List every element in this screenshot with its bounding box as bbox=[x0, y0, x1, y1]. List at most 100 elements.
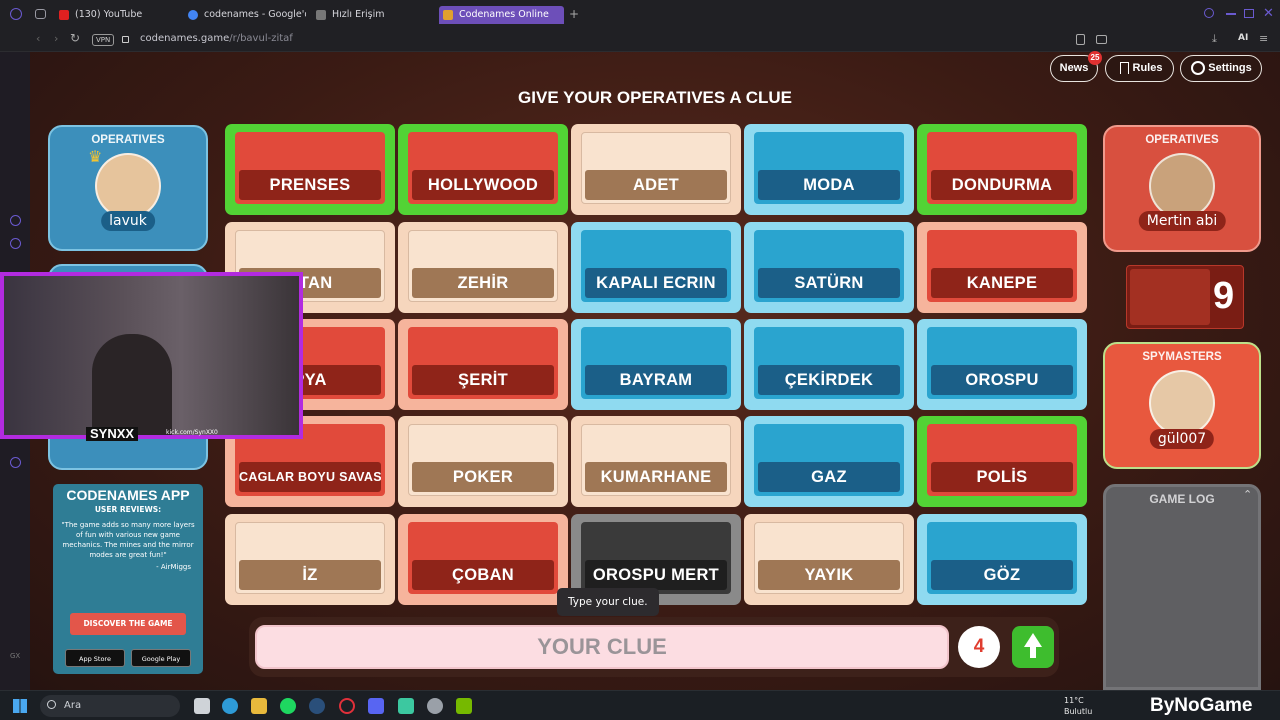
opera-logo-icon[interactable] bbox=[10, 8, 22, 20]
clue-input[interactable]: YOUR CLUE bbox=[255, 625, 949, 669]
rules-button[interactable]: Rules bbox=[1105, 55, 1174, 82]
promo-subtitle: USER REVIEWS: bbox=[94, 505, 162, 514]
tab-quick-access[interactable]: Hızlı Erişim bbox=[312, 6, 432, 24]
card-word: ADET bbox=[585, 170, 727, 200]
weather-widget[interactable]: 11°C Bulutlu bbox=[1064, 695, 1092, 717]
weather-temp: 11°C bbox=[1064, 696, 1084, 705]
google-play-badge[interactable]: Google Play bbox=[131, 649, 191, 667]
download-icon[interactable]: ⤓ bbox=[1212, 32, 1217, 46]
lock-icon bbox=[122, 36, 129, 43]
bookmark-icon bbox=[1120, 62, 1129, 74]
steam-icon[interactable] bbox=[309, 698, 325, 714]
spymaster-name[interactable]: gül007 bbox=[1149, 429, 1215, 449]
word-card[interactable]: ZEHİR bbox=[398, 222, 568, 313]
operative-name[interactable]: Mertin abi bbox=[1138, 211, 1226, 231]
card-word: GÖZ bbox=[931, 560, 1073, 590]
app-promo: CODENAMES APP USER REVIEWS: "The game ad… bbox=[53, 484, 203, 674]
streamer-channel: kick.com/SynXX0 bbox=[166, 429, 218, 436]
spotify-icon[interactable] bbox=[280, 698, 296, 714]
tab-codenames[interactable]: Codenames Online bbox=[439, 6, 564, 24]
app-store-badge[interactable]: App Store bbox=[65, 649, 125, 667]
taskbar-search[interactable]: Ara bbox=[40, 695, 180, 717]
search-label: Ara bbox=[64, 700, 82, 711]
spymaster-avatar bbox=[1149, 370, 1215, 436]
word-card[interactable]: ÇOBAN bbox=[398, 514, 568, 605]
ai-button[interactable]: AI bbox=[1238, 33, 1248, 43]
edge-icon[interactable] bbox=[222, 698, 238, 714]
search-tabs-icon[interactable] bbox=[1204, 8, 1214, 18]
card-word: KANEPE bbox=[931, 268, 1073, 298]
pin-icon[interactable] bbox=[1076, 34, 1085, 45]
menu-icon[interactable]: ≡ bbox=[1259, 32, 1268, 45]
word-card[interactable]: ŞERİT bbox=[398, 319, 568, 410]
camera-icon[interactable] bbox=[1096, 35, 1107, 44]
word-card[interactable]: ÇEKİRDEK bbox=[744, 319, 914, 410]
minimize-button[interactable] bbox=[1226, 13, 1236, 15]
word-card[interactable]: PRENSES bbox=[225, 124, 395, 215]
clue-number-selector[interactable]: 4 bbox=[958, 626, 1000, 668]
tab-google[interactable]: codenames - Google'da A bbox=[184, 6, 306, 24]
vpn-badge[interactable]: VPN bbox=[92, 34, 115, 46]
tab-youtube[interactable]: (130) YouTube bbox=[55, 6, 180, 24]
new-tab-button[interactable]: + bbox=[568, 8, 580, 20]
word-card[interactable]: KANEPE bbox=[917, 222, 1087, 313]
word-card[interactable]: OROSPU bbox=[917, 319, 1087, 410]
discord-icon[interactable] bbox=[368, 698, 384, 714]
promo-title: CODENAMES APP bbox=[66, 487, 190, 503]
reload-icon[interactable]: ↻ bbox=[70, 31, 80, 45]
tab-label: (130) YouTube bbox=[75, 9, 143, 20]
nvidia-icon[interactable] bbox=[456, 698, 472, 714]
back-icon[interactable]: ‹ bbox=[36, 32, 40, 45]
google-icon bbox=[188, 10, 198, 20]
file-explorer-icon[interactable] bbox=[251, 698, 267, 714]
settings-app-icon[interactable] bbox=[427, 698, 443, 714]
give-clue-button[interactable] bbox=[1012, 626, 1054, 668]
tab-label: codenames - Google'da A bbox=[204, 9, 306, 20]
card-word: YAYIK bbox=[758, 560, 900, 590]
url-domain: codenames.game bbox=[140, 33, 230, 44]
operative-name[interactable]: lavuk bbox=[101, 211, 155, 231]
word-card[interactable]: KAPALI ECRIN bbox=[571, 222, 741, 313]
windows-start-icon[interactable] bbox=[13, 699, 27, 713]
panel-title: OPERATIVES bbox=[91, 134, 165, 146]
discover-game-button[interactable]: DISCOVER THE GAME bbox=[70, 613, 186, 635]
word-card[interactable]: BAYRAM bbox=[571, 319, 741, 410]
close-window-button[interactable]: ✕ bbox=[1263, 6, 1274, 21]
news-label: News bbox=[1059, 62, 1089, 74]
word-card[interactable]: MODA bbox=[744, 124, 914, 215]
card-word: KUMARHANE bbox=[585, 462, 727, 492]
sidebar-workspace-icon[interactable] bbox=[10, 238, 21, 249]
tab-overview-icon[interactable] bbox=[35, 9, 46, 19]
bynogame-watermark: ByNoGame bbox=[1150, 695, 1253, 716]
task-view-icon[interactable] bbox=[194, 698, 210, 714]
word-card[interactable]: POLİS bbox=[917, 416, 1087, 507]
card-word: İZ bbox=[239, 560, 381, 590]
news-button[interactable]: News 25 bbox=[1050, 51, 1102, 82]
card-word: BAYRAM bbox=[585, 365, 727, 395]
word-card[interactable]: ADET bbox=[571, 124, 741, 215]
app-icon[interactable] bbox=[398, 698, 414, 714]
opera-gx-icon[interactable] bbox=[339, 698, 355, 714]
crown-icon: ♛ bbox=[88, 147, 103, 166]
maximize-button[interactable] bbox=[1244, 9, 1254, 18]
word-card[interactable]: İZ bbox=[225, 514, 395, 605]
word-card[interactable]: YAYIK bbox=[744, 514, 914, 605]
settings-button[interactable]: Settings bbox=[1180, 55, 1262, 82]
weather-desc: Bulutlu bbox=[1064, 707, 1093, 716]
forward-icon[interactable]: › bbox=[54, 32, 58, 45]
word-card[interactable]: HOLLYWOOD bbox=[398, 124, 568, 215]
sidebar-ai-icon[interactable] bbox=[10, 215, 21, 226]
settings-label: Settings bbox=[1208, 62, 1252, 74]
word-card[interactable]: GAZ bbox=[744, 416, 914, 507]
word-card[interactable]: KUMARHANE bbox=[571, 416, 741, 507]
grid-icon bbox=[316, 10, 326, 20]
blue-operatives-panel: OPERATIVES ♛ lavuk bbox=[48, 125, 208, 251]
agent-illustration bbox=[1130, 269, 1210, 325]
collapse-icon[interactable]: ⌃ bbox=[1243, 488, 1252, 501]
word-card[interactable]: POKER bbox=[398, 416, 568, 507]
word-card[interactable]: DONDURMA bbox=[917, 124, 1087, 215]
word-card[interactable]: GÖZ bbox=[917, 514, 1087, 605]
sidebar-settings-icon[interactable] bbox=[10, 457, 21, 468]
url-field[interactable]: codenames.game/r/bavul-zitaf bbox=[140, 33, 293, 44]
word-card[interactable]: SATÜRN bbox=[744, 222, 914, 313]
